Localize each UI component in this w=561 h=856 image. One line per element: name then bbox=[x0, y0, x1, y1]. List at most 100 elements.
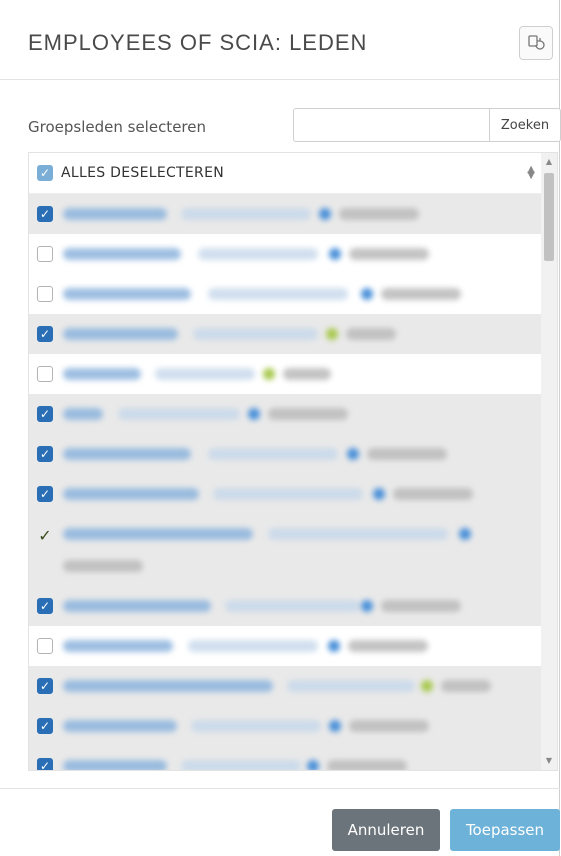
member-row[interactable]: ✓ bbox=[29, 434, 557, 474]
status-dot bbox=[263, 368, 275, 380]
status-dot bbox=[421, 680, 433, 692]
member-row[interactable]: ✓ bbox=[29, 586, 557, 626]
cancel-button[interactable]: Annuleren bbox=[332, 809, 440, 851]
redacted-role bbox=[268, 408, 348, 420]
redacted-member-info bbox=[63, 666, 503, 706]
redacted-email bbox=[155, 368, 255, 380]
redacted-name bbox=[63, 248, 181, 260]
status-dot bbox=[248, 408, 260, 420]
member-row[interactable]: ✓ bbox=[29, 514, 557, 586]
member-row[interactable]: ✓ bbox=[29, 746, 557, 770]
redacted-email bbox=[193, 328, 318, 340]
member-row[interactable] bbox=[29, 354, 557, 394]
redacted-member-info bbox=[63, 194, 503, 234]
redacted-name bbox=[63, 288, 191, 300]
redacted-email bbox=[268, 528, 448, 540]
member-row[interactable]: ✓ bbox=[29, 474, 557, 514]
redacted-name bbox=[63, 368, 141, 380]
member-row[interactable]: ✓ bbox=[29, 666, 557, 706]
status-dot bbox=[329, 720, 341, 732]
redacted-email bbox=[198, 248, 318, 260]
redacted-name bbox=[63, 448, 191, 460]
redacted-name bbox=[63, 720, 177, 732]
redacted-role bbox=[441, 680, 491, 692]
redacted-email bbox=[188, 640, 318, 652]
member-checkbox[interactable]: ✓ bbox=[37, 486, 53, 502]
sort-icon[interactable]: ▲ ▼ bbox=[527, 165, 535, 181]
redacted-email bbox=[191, 720, 321, 732]
redacted-member-info bbox=[63, 354, 503, 394]
status-dot bbox=[373, 488, 385, 500]
redacted-name bbox=[63, 528, 253, 540]
member-row[interactable]: ✓ bbox=[29, 394, 557, 434]
member-checkbox[interactable] bbox=[37, 246, 53, 262]
dialog-footer: Annuleren Toepassen bbox=[0, 788, 560, 856]
member-row[interactable]: ✓ bbox=[29, 314, 557, 354]
select-all-checkbox[interactable]: ✓ bbox=[37, 165, 53, 181]
redacted-email bbox=[181, 760, 301, 770]
member-checkbox[interactable]: ✓ bbox=[37, 406, 53, 422]
member-checkbox[interactable]: ✓ bbox=[37, 528, 53, 544]
redacted-member-info bbox=[63, 474, 503, 514]
redacted-role bbox=[339, 208, 419, 220]
scroll-up-arrow[interactable]: ▲ bbox=[544, 157, 554, 167]
member-row[interactable] bbox=[29, 274, 557, 314]
member-row[interactable]: ✓ bbox=[29, 706, 557, 746]
redacted-member-info bbox=[63, 314, 503, 354]
group-members-dialog: EMPLOYEES OF SCIA: LEDEN Groepsleden sel… bbox=[0, 0, 561, 856]
redacted-role bbox=[63, 560, 143, 572]
member-row[interactable] bbox=[29, 626, 557, 666]
member-checkbox[interactable]: ✓ bbox=[37, 678, 53, 694]
apply-button[interactable]: Toepassen bbox=[450, 809, 560, 851]
redacted-email bbox=[208, 448, 338, 460]
redacted-name bbox=[63, 760, 167, 770]
redacted-role bbox=[381, 288, 461, 300]
member-row[interactable]: ✓ bbox=[29, 194, 557, 234]
member-checkbox[interactable] bbox=[37, 286, 53, 302]
member-rows: ✓ ✓ ✓ ✓ ✓ ✓ ✓ ✓ ✓ ✓ bbox=[29, 194, 557, 770]
member-list: ✓ ALLES DESELECTEREN ▲ ▼ ✓ ✓ ✓ ✓ ✓ ✓ ✓ ✓ ✓ ✓ ▲ ▼ bbox=[28, 152, 558, 771]
status-dot bbox=[361, 288, 373, 300]
status-dot bbox=[307, 760, 319, 770]
search-button[interactable]: Zoeken bbox=[489, 109, 560, 141]
refresh-button[interactable] bbox=[519, 26, 553, 60]
redacted-name bbox=[63, 328, 178, 340]
list-scrollbar[interactable]: ▲ ▼ bbox=[541, 153, 557, 770]
member-checkbox[interactable] bbox=[37, 638, 53, 654]
redacted-role bbox=[349, 248, 429, 260]
redacted-role bbox=[367, 448, 447, 460]
status-dot bbox=[326, 328, 338, 340]
member-checkbox[interactable]: ✓ bbox=[37, 598, 53, 614]
redacted-member-info bbox=[63, 746, 503, 770]
scroll-down-arrow[interactable]: ▼ bbox=[544, 756, 554, 766]
redacted-member-info bbox=[63, 514, 503, 586]
redacted-email bbox=[181, 208, 311, 220]
search-box: Zoeken bbox=[293, 108, 561, 142]
redacted-email bbox=[208, 288, 348, 300]
list-header[interactable]: ✓ ALLES DESELECTEREN ▲ ▼ bbox=[29, 153, 557, 194]
redacted-role bbox=[349, 720, 429, 732]
member-checkbox[interactable] bbox=[37, 366, 53, 382]
redacted-member-info bbox=[63, 586, 503, 626]
member-checkbox[interactable]: ✓ bbox=[37, 326, 53, 342]
member-checkbox[interactable]: ✓ bbox=[37, 206, 53, 222]
redacted-member-info bbox=[63, 274, 503, 314]
member-checkbox[interactable]: ✓ bbox=[37, 718, 53, 734]
redacted-email bbox=[118, 408, 240, 420]
redacted-email bbox=[225, 600, 360, 612]
member-checkbox[interactable]: ✓ bbox=[37, 446, 53, 462]
redacted-name bbox=[63, 600, 211, 612]
redacted-member-info bbox=[63, 394, 503, 434]
scroll-thumb[interactable] bbox=[544, 173, 554, 261]
redacted-role bbox=[283, 368, 331, 380]
search-input[interactable] bbox=[294, 109, 489, 141]
redacted-member-info bbox=[63, 626, 503, 666]
status-dot bbox=[361, 600, 373, 612]
redacted-name bbox=[63, 408, 103, 420]
status-dot bbox=[459, 528, 471, 540]
refresh-icon bbox=[528, 35, 545, 50]
member-row[interactable] bbox=[29, 234, 557, 274]
redacted-email bbox=[287, 680, 415, 692]
member-checkbox[interactable]: ✓ bbox=[37, 758, 53, 770]
redacted-name bbox=[63, 208, 167, 220]
